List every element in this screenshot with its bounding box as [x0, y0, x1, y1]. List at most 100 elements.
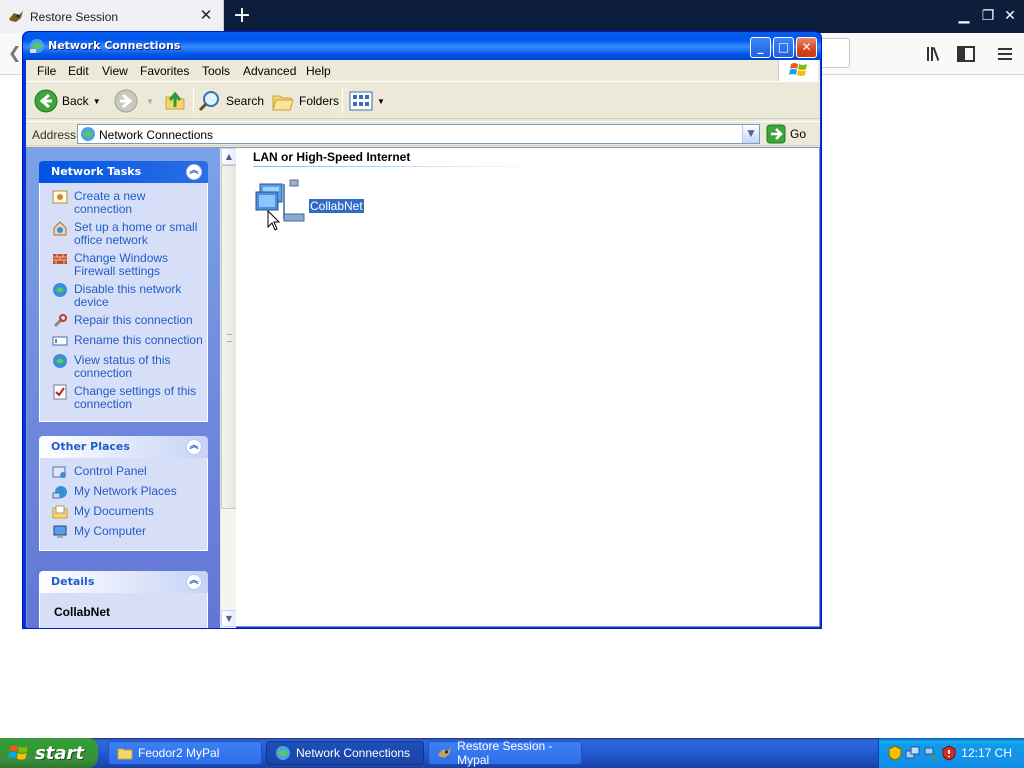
task-view-status[interactable]: View status of this connection: [52, 353, 203, 380]
taskbar-button-restore-session[interactable]: Restore Session - Mypal: [428, 739, 582, 767]
browser-tab-restore-session[interactable]: Restore Session ✕: [0, 0, 224, 33]
repair-wrench-icon: [53, 314, 67, 328]
group-divider: [253, 166, 543, 167]
address-dropdown-icon[interactable]: ▼: [742, 125, 759, 143]
back-button[interactable]: Back ▼: [34, 87, 101, 115]
collapse-chevron-icon[interactable]: ︽: [186, 439, 202, 455]
menu-advanced[interactable]: Advanced: [243, 64, 296, 78]
taskbar-button-feodor2-mypal[interactable]: Feodor2 MyPal: [108, 741, 262, 765]
network-tasks-title: Network Tasks: [51, 165, 142, 178]
back-dropdown-icon[interactable]: ▼: [93, 97, 101, 106]
details-panel: Details ︽ CollabNet: [39, 571, 208, 628]
menu-tools[interactable]: Tools: [202, 64, 230, 78]
menu-view[interactable]: View: [102, 64, 128, 78]
other-places-panel: Other Places ︽ Control Panel My Network …: [39, 436, 208, 551]
menu-help[interactable]: Help: [306, 64, 331, 78]
mypal-icon: [9, 10, 23, 22]
details-item-name: CollabNet: [54, 605, 111, 619]
place-my-network-places[interactable]: My Network Places: [52, 484, 203, 500]
window-titlebar[interactable]: Network Connections _ □ ✕: [23, 32, 821, 60]
menu-icon[interactable]: [994, 43, 1016, 65]
network-connections-window: Network Connections _ □ ✕ File Edit View…: [22, 31, 822, 629]
network-connection-item[interactable]: CollabNet: [254, 178, 374, 238]
task-disable-device[interactable]: Disable this network device: [52, 282, 203, 309]
search-button[interactable]: Search: [198, 87, 264, 115]
folders-button[interactable]: Folders: [271, 87, 339, 115]
back-label: Back: [62, 94, 89, 108]
task-rename-connection[interactable]: Rename this connection: [52, 333, 203, 349]
network-connections-icon: [81, 127, 95, 141]
network-connections-icon: [276, 746, 290, 760]
network-tray-icon[interactable]: [905, 745, 921, 761]
collapse-chevron-icon[interactable]: ︽: [186, 164, 202, 180]
place-my-computer[interactable]: My Computer: [52, 524, 203, 540]
menu-favorites[interactable]: Favorites: [140, 64, 189, 78]
network-tasks-body: Create a new connection Set up a home or…: [39, 183, 208, 422]
scrollbar-thumb[interactable]: [221, 165, 237, 509]
place-control-panel[interactable]: Control Panel: [52, 464, 203, 480]
new-tab-button[interactable]: +: [228, 2, 256, 30]
network-activity-icon[interactable]: [923, 745, 939, 761]
task-pane-scrollbar[interactable]: ▲ ▼: [220, 148, 237, 628]
views-button[interactable]: ▼: [349, 87, 385, 115]
search-label: Search: [226, 94, 265, 108]
scroll-down-icon[interactable]: ▼: [221, 610, 237, 627]
my-network-places-icon: [52, 486, 67, 499]
menubar: File Edit View Favorites Tools Advanced …: [26, 60, 820, 82]
folders-icon: [272, 95, 294, 111]
my-documents-icon: [52, 505, 68, 519]
forward-dropdown-icon[interactable]: ▼: [146, 97, 154, 106]
views-dropdown-icon[interactable]: ▼: [377, 97, 385, 106]
forward-button[interactable]: ▼: [114, 87, 154, 115]
address-label: Address: [32, 128, 77, 142]
menu-edit[interactable]: Edit: [68, 64, 89, 78]
details-header[interactable]: Details ︽: [39, 571, 208, 593]
go-button[interactable]: Go: [766, 124, 806, 144]
folder-icon: [117, 748, 133, 760]
browser-restore-icon[interactable]: ❐: [976, 4, 1000, 28]
library-icon[interactable]: [924, 43, 946, 65]
start-button[interactable]: start: [0, 738, 98, 768]
security-alert-icon[interactable]: [941, 745, 957, 761]
close-button[interactable]: ✕: [796, 37, 817, 58]
collapse-chevron-icon[interactable]: ︽: [186, 574, 202, 590]
security-shield-icon[interactable]: [887, 745, 903, 761]
scroll-up-icon[interactable]: ▲: [221, 148, 237, 165]
network-connections-icon: [30, 39, 44, 53]
browser-minimize-icon[interactable]: ▁: [952, 4, 976, 28]
forward-arrow-icon: [114, 89, 138, 113]
go-label: Go: [790, 127, 807, 141]
window-title: Network Connections: [48, 39, 181, 52]
windows-logo-icon: [8, 745, 28, 760]
place-my-documents[interactable]: My Documents: [52, 504, 203, 520]
details-body: CollabNet: [39, 593, 208, 628]
control-panel-icon: [52, 466, 66, 478]
address-field[interactable]: Network Connections ▼: [77, 124, 760, 144]
browser-tab-strip: Restore Session ✕ + ▁ ❐ ✕: [0, 0, 1024, 33]
task-change-settings[interactable]: Change settings of this connection: [52, 384, 203, 411]
content-area: Network Tasks ︽ Create a new connection …: [26, 147, 820, 628]
task-setup-home-network[interactable]: Set up a home or small office network: [52, 220, 203, 247]
sidebar-icon[interactable]: [955, 43, 977, 65]
tab-close-icon[interactable]: ✕: [199, 8, 213, 23]
task-repair-connection[interactable]: Repair this connection: [52, 313, 203, 329]
mouse-cursor-icon: [267, 210, 281, 231]
details-title: Details: [51, 575, 95, 588]
maximize-button[interactable]: □: [773, 37, 794, 58]
other-places-header[interactable]: Other Places ︽: [39, 436, 208, 458]
back-arrow-icon: [34, 89, 58, 113]
other-places-body: Control Panel My Network Places My Docum…: [39, 458, 208, 551]
task-change-firewall[interactable]: Change Windows Firewall settings: [52, 251, 203, 278]
menu-file[interactable]: File: [37, 64, 56, 78]
up-folder-button[interactable]: [163, 87, 191, 115]
network-tasks-header[interactable]: Network Tasks ︽: [39, 161, 208, 183]
address-bar: Address Network Connections ▼ Go: [26, 121, 820, 146]
file-list: LAN or High-Speed Internet CollabNet: [236, 148, 819, 626]
browser-close-icon[interactable]: ✕: [998, 4, 1022, 28]
network-tasks-panel: Network Tasks ︽ Create a new connection …: [39, 161, 208, 422]
task-create-connection[interactable]: Create a new connection: [52, 189, 203, 216]
minimize-button[interactable]: _: [750, 37, 771, 58]
taskbar-button-network-connections[interactable]: Network Connections: [266, 741, 424, 765]
go-arrow-icon: [766, 124, 786, 144]
toolbar-separator: [193, 89, 194, 113]
